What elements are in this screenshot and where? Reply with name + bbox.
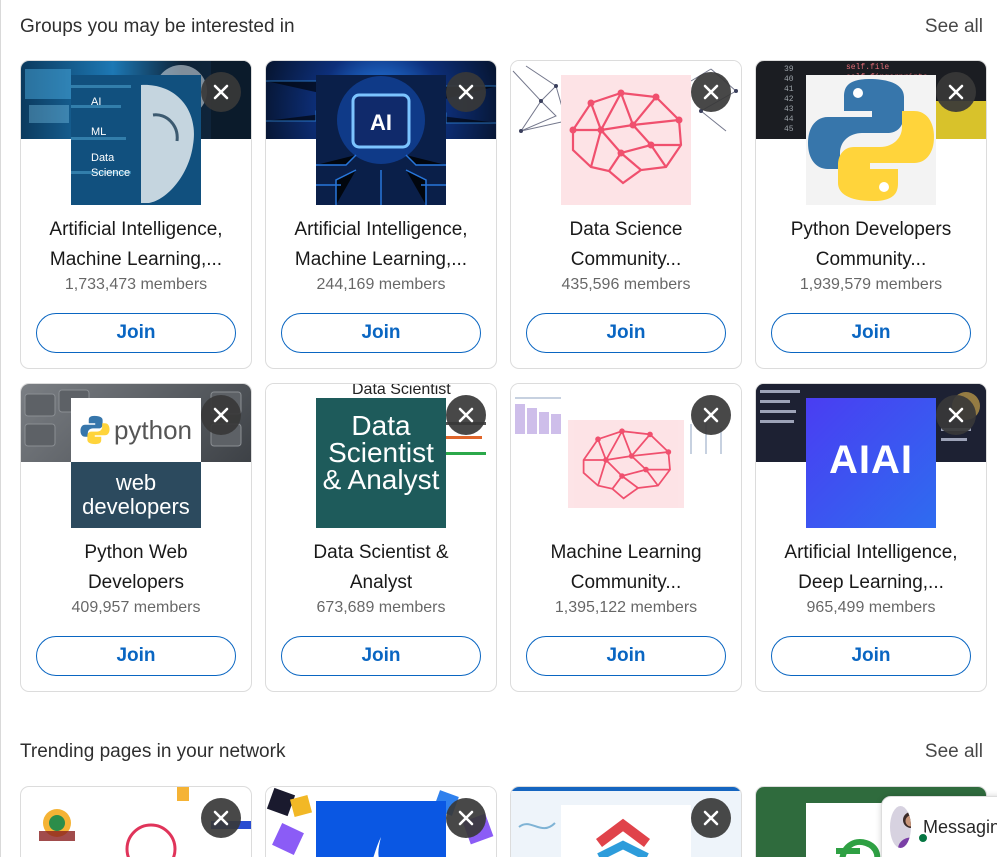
- svg-text:self.file: self.file: [846, 63, 889, 72]
- aiai-logo: AIAI: [806, 398, 936, 528]
- close-icon: [213, 810, 229, 826]
- member-count: 1,733,473 members: [64, 276, 208, 293]
- group-name[interactable]: Data Science Community...: [519, 215, 733, 275]
- ai-chip-text: AI: [370, 110, 392, 135]
- group-card[interactable]: Data Scientist Data Scientist & Analyst …: [265, 383, 497, 692]
- python-wordmark: python: [113, 414, 193, 445]
- svg-text:AI: AI: [91, 96, 101, 108]
- groups-section-title: Groups you may be interested in: [20, 16, 295, 37]
- group-card[interactable]: AI Artificial Intelligence, Machine Lear…: [265, 60, 497, 369]
- close-icon: [458, 84, 474, 100]
- group-name[interactable]: Python Developers Community...: [764, 215, 978, 275]
- close-icon: [703, 407, 719, 423]
- member-count: 435,596 members: [561, 276, 691, 293]
- member-count: 1,939,579 members: [799, 276, 943, 293]
- join-button[interactable]: Join: [36, 636, 236, 676]
- close-icon: [948, 84, 964, 100]
- close-icon: [458, 407, 474, 423]
- svg-text:41: 41: [784, 85, 794, 94]
- group-card[interactable]: python web developers Python Web Develop…: [20, 383, 252, 692]
- dismiss-button[interactable]: [936, 395, 976, 435]
- dismiss-button[interactable]: [201, 395, 241, 435]
- groups-section-header: Groups you may be interested in See all: [20, 12, 983, 42]
- join-button[interactable]: Join: [526, 313, 726, 353]
- left-border: [0, 0, 1, 857]
- member-count: 673,689 members: [316, 599, 446, 616]
- group-name[interactable]: Artificial Intelligence, Machine Learnin…: [274, 215, 488, 275]
- brain-network-logo: [568, 420, 684, 508]
- online-status-indicator: [917, 832, 929, 844]
- svg-text:44: 44: [784, 115, 794, 124]
- close-icon: [948, 407, 964, 423]
- dismiss-button[interactable]: [446, 72, 486, 112]
- close-icon: [703, 84, 719, 100]
- trending-grid: [20, 786, 987, 857]
- logo-text-scientist: Scientist: [328, 437, 434, 468]
- ai-chip-logo: AI: [316, 75, 446, 205]
- join-button[interactable]: Join: [281, 636, 481, 676]
- join-button[interactable]: Join: [526, 636, 726, 676]
- dismiss-button[interactable]: [936, 72, 976, 112]
- group-card[interactable]: 39404142434445 self.fileself.fingerprint…: [755, 60, 987, 369]
- brain-network-logo: [561, 75, 691, 205]
- aiai-logo-text: AIAI: [829, 438, 913, 482]
- svg-text:42: 42: [784, 95, 794, 104]
- groups-see-all-link[interactable]: See all: [925, 16, 983, 38]
- data-scientist-analyst-logo: Data Scientist & Analyst: [316, 398, 446, 528]
- join-button[interactable]: Join: [771, 636, 971, 676]
- close-icon: [703, 810, 719, 826]
- logo-text-web: web: [115, 470, 157, 495]
- group-card[interactable]: Machine Learning Community... 1,395,122 …: [510, 383, 742, 692]
- python-logo: [806, 75, 936, 205]
- messaging-overlay[interactable]: Messaging: [881, 796, 997, 857]
- svg-text:43: 43: [784, 105, 794, 114]
- group-name[interactable]: Python Web Developers: [29, 538, 243, 598]
- svg-text:40: 40: [784, 75, 794, 84]
- member-count: 409,957 members: [71, 599, 201, 616]
- logo-text-data: Data: [351, 410, 411, 441]
- avatar[interactable]: [890, 806, 911, 848]
- messaging-label: Messaging: [922, 816, 997, 837]
- ai-ml-data-science-logo: AI ML Data Science: [71, 75, 201, 205]
- dismiss-button[interactable]: [691, 798, 731, 838]
- trending-see-all-link[interactable]: See all: [925, 741, 983, 763]
- svg-text:Data: Data: [91, 152, 115, 164]
- dismiss-button[interactable]: [691, 395, 731, 435]
- python-icon: [80, 415, 110, 445]
- group-name[interactable]: Artificial Intelligence, Machine Learnin…: [29, 215, 243, 275]
- svg-text:Science: Science: [91, 167, 130, 179]
- member-count: 244,169 members: [316, 276, 446, 293]
- group-card[interactable]: AI ML Data Science Artificial Intelligen…: [20, 60, 252, 369]
- group-name[interactable]: Artificial Intelligence, Deep Learning,.…: [764, 538, 978, 598]
- group-name[interactable]: Data Scientist & Analyst: [274, 538, 488, 598]
- logo-text-analyst: & Analyst: [322, 464, 440, 495]
- page-card[interactable]: [20, 786, 252, 857]
- trending-section-header: Trending pages in your network See all: [20, 737, 983, 767]
- page-card[interactable]: [510, 786, 742, 857]
- dismiss-button[interactable]: [201, 72, 241, 112]
- group-card[interactable]: Data Science Community... 435,596 member…: [510, 60, 742, 369]
- logo-text-developers: developers: [82, 494, 190, 519]
- join-button[interactable]: Join: [281, 313, 481, 353]
- group-card[interactable]: AIAI Artificial Intelligence, Deep Learn…: [755, 383, 987, 692]
- member-count: 1,395,122 members: [554, 599, 698, 616]
- dismiss-button[interactable]: [201, 798, 241, 838]
- join-button[interactable]: Join: [36, 313, 236, 353]
- svg-text:39: 39: [784, 65, 794, 74]
- close-icon: [213, 84, 229, 100]
- python-web-developers-logo: python web developers: [71, 398, 201, 528]
- close-icon: [213, 407, 229, 423]
- trending-section-title: Trending pages in your network: [20, 741, 286, 762]
- svg-text:ML: ML: [91, 126, 106, 138]
- join-button[interactable]: Join: [771, 313, 971, 353]
- dismiss-button[interactable]: [446, 395, 486, 435]
- close-icon: [458, 810, 474, 826]
- svg-text:45: 45: [784, 125, 794, 134]
- member-count: 965,499 members: [806, 599, 936, 616]
- dismiss-button[interactable]: [691, 72, 731, 112]
- group-name[interactable]: Machine Learning Community...: [519, 538, 733, 598]
- page-card[interactable]: [265, 786, 497, 857]
- groups-grid: AI ML Data Science Artificial Intelligen…: [20, 60, 987, 692]
- dismiss-button[interactable]: [446, 798, 486, 838]
